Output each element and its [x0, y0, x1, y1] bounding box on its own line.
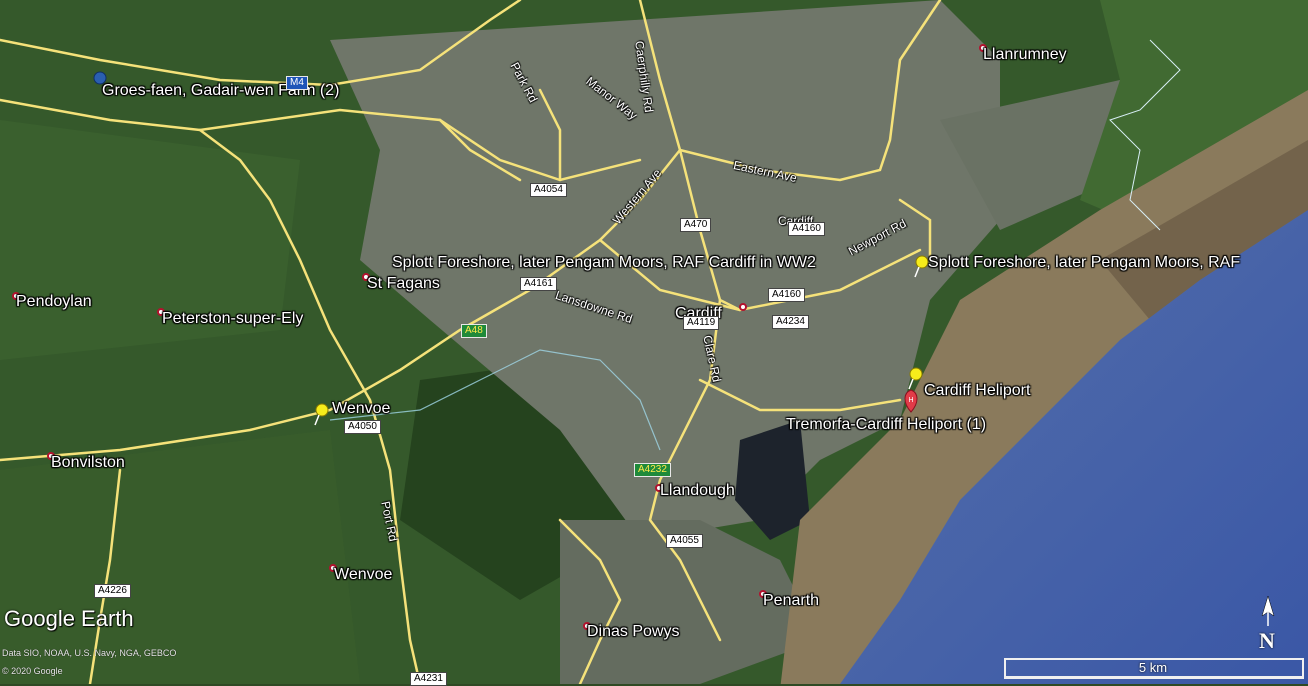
place-label-bonvilston[interactable]: Bonvilston	[51, 454, 125, 472]
north-label: N	[1259, 628, 1275, 653]
road-shield-a4119: A4119	[683, 316, 720, 330]
scale-label: 5 km	[1138, 660, 1168, 675]
place-label-llandough[interactable]: Llandough	[660, 482, 735, 500]
road-shield-a470: A470	[680, 218, 712, 232]
place-label-splott-foreshore-right[interactable]: Splott Foreshore, later Pengam Moors, RA…	[928, 254, 1240, 272]
road-shield-a4054: A4054	[530, 183, 567, 197]
copyright-text: © 2020 Google	[2, 666, 63, 676]
road-shield-a4160-north: A4160	[788, 222, 825, 236]
road-shield-a48: A48	[461, 324, 487, 338]
place-label-splott-foreshore-long[interactable]: Splott Foreshore, later Pengam Moors, RA…	[392, 254, 816, 272]
road-shield-a4232: A4232	[634, 463, 671, 477]
place-label-tremorfa-cardiff-heliport[interactable]: Tremorfa-Cardiff Heliport (1)	[786, 416, 986, 434]
place-label-penarth[interactable]: Penarth	[763, 592, 819, 610]
place-label-wenvoe-pin[interactable]: Wenvoe	[332, 400, 390, 418]
place-label-pendoylan[interactable]: Pendoylan	[16, 293, 92, 311]
place-label-wenvoe[interactable]: Wenvoe	[334, 566, 392, 584]
road-shield-a4226: A4226	[94, 584, 131, 598]
road-shield-m4: M4	[286, 76, 308, 90]
place-label-llanrumney[interactable]: Llanrumney	[983, 46, 1067, 64]
place-label-peterston-super-ely[interactable]: Peterston-super-Ely	[162, 310, 303, 328]
road-shield-a4055: A4055	[666, 534, 703, 548]
road-shield-a4160: A4160	[768, 288, 805, 302]
place-label-dinas-powys[interactable]: Dinas Powys	[587, 623, 679, 641]
road-shield-a4161: A4161	[520, 277, 557, 291]
data-credit: Data SIO, NOAA, U.S. Navy, NGA, GEBCO	[2, 648, 177, 658]
road-shield-a4234: A4234	[772, 315, 809, 329]
place-dot-icon	[739, 303, 747, 311]
svg-text:H: H	[908, 397, 913, 404]
place-label-cardiff-heliport[interactable]: Cardiff Heliport	[924, 382, 1030, 400]
google-earth-logo: Google Earth	[4, 606, 134, 631]
place-label-st-fagans[interactable]: St Fagans	[367, 275, 440, 293]
scale-bar: 5 km	[1004, 658, 1304, 679]
road-shield-a4050: A4050	[344, 420, 381, 434]
